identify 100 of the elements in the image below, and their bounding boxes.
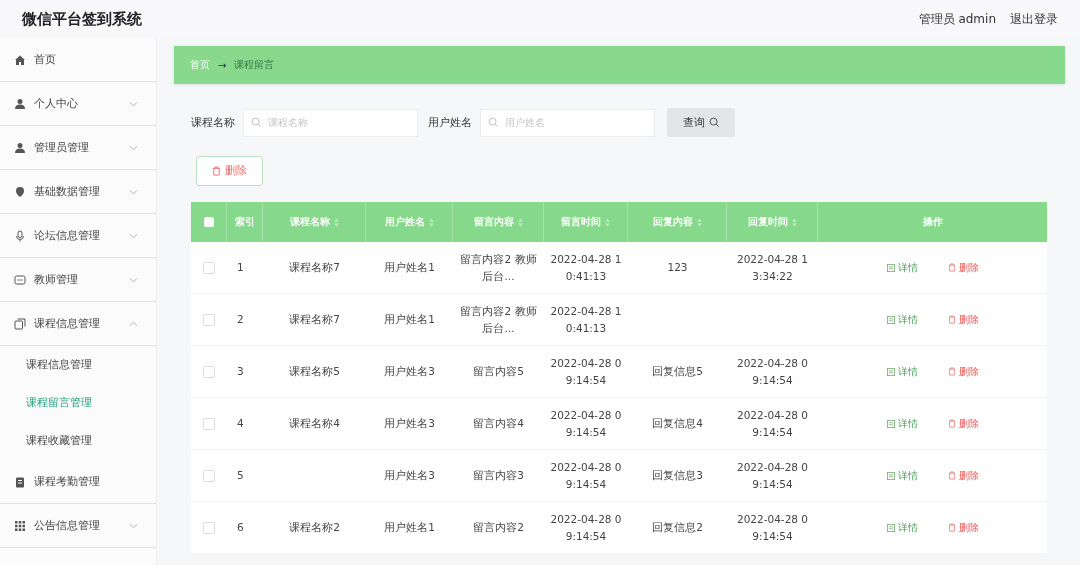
table-cell-text: 4: [237, 416, 244, 431]
table-cell-text: 2022-04-28 10:41:13: [549, 303, 623, 336]
breadcrumb-separator: →: [218, 59, 227, 71]
detail-link[interactable]: 详情: [886, 259, 918, 276]
column-header: 课程名称: [289, 215, 330, 229]
delete-link[interactable]: 删除: [947, 311, 979, 328]
table-cell-text: 留言内容3: [473, 468, 524, 483]
select-all-checkbox[interactable]: [203, 217, 214, 227]
column-header: 回复时间: [747, 215, 788, 229]
table-cell-text: 1: [237, 260, 244, 275]
row-checkbox[interactable]: [203, 469, 215, 482]
table-cell-text: 2022-04-28 09:14:54: [735, 459, 809, 492]
table-cell-text: 用户姓名3: [384, 364, 435, 379]
detail-link[interactable]: 详情: [886, 415, 918, 432]
table-cell-text: 5: [237, 468, 244, 483]
row-checkbox[interactable]: [203, 313, 215, 326]
menu-label: 课程信息管理: [34, 316, 101, 331]
menu-item[interactable]: 教师管理: [0, 258, 156, 302]
query-button[interactable]: 查询: [667, 108, 735, 137]
table-cell-text: 2022-04-28 13:34:22: [735, 251, 809, 284]
column-header: 留言时间: [561, 215, 601, 229]
table-cell-text: 用户姓名1: [384, 520, 435, 535]
menu-item[interactable]: 个人中心: [0, 82, 156, 126]
app-title: 微信平台签到系统: [22, 9, 142, 29]
menu-item[interactable]: 论坛信息管理: [0, 214, 156, 258]
row-checkbox[interactable]: [203, 261, 215, 274]
search-icon: [708, 117, 720, 128]
table-cell-text: 3: [237, 364, 244, 379]
menu-item[interactable]: 基础数据管理: [0, 170, 156, 214]
sort-icon[interactable]: [791, 217, 797, 227]
menu-item[interactable]: 课程考勤管理: [0, 460, 156, 504]
delete-link[interactable]: 删除: [947, 467, 979, 484]
search-icon: [488, 116, 499, 128]
submenu-item[interactable]: 课程留言管理: [0, 384, 156, 422]
microphone-icon: [14, 229, 26, 242]
menu-label: 教师管理: [34, 272, 79, 287]
row-checkbox[interactable]: [203, 417, 215, 430]
table-cell-text: 2022-04-28 09:14:54: [549, 355, 623, 388]
delete-button[interactable]: 删除: [196, 156, 263, 186]
menu-item[interactable]: 首页: [0, 38, 156, 82]
column-header: 操作: [922, 215, 943, 229]
sort-icon[interactable]: [333, 217, 339, 227]
menu-label: 论坛信息管理: [34, 228, 101, 243]
delete-link[interactable]: 删除: [947, 415, 979, 432]
table-cell-text: 留言内容5: [473, 364, 524, 379]
submenu-item[interactable]: 课程信息管理: [0, 346, 156, 384]
search-icon: [251, 116, 262, 128]
menu-item[interactable]: 课程信息管理: [0, 302, 156, 346]
table-cell-text: 留言内容2: [473, 520, 524, 535]
clipboard-icon: [14, 475, 26, 488]
admin-user: 管理员 admin: [918, 10, 996, 28]
sort-icon[interactable]: [696, 217, 702, 227]
logout-link[interactable]: 退出登录: [1010, 10, 1058, 28]
menu-item[interactable]: 公告信息管理: [0, 504, 156, 548]
table-cell-text: 2022-04-28 09:14:54: [549, 511, 623, 544]
table-cell-text: 留言内容2 教师后台...: [459, 303, 538, 336]
trash-icon: [947, 367, 956, 376]
sort-icon[interactable]: [428, 217, 434, 227]
table-cell-text: 课程名称4: [289, 416, 340, 431]
trash-icon: [947, 523, 956, 532]
menu-label: 首页: [34, 52, 57, 67]
row-checkbox[interactable]: [203, 521, 215, 534]
delete-link[interactable]: 删除: [947, 519, 979, 536]
document-icon: [886, 419, 895, 428]
menu-item[interactable]: 管理员管理: [0, 126, 156, 170]
document-icon: [886, 263, 895, 272]
copy-icon: [14, 317, 26, 330]
table-cell-text: 回复信息5: [652, 364, 703, 379]
menu-label: 课程考勤管理: [34, 474, 101, 489]
menu-label: 公告信息管理: [34, 518, 101, 533]
trash-icon: [947, 263, 956, 272]
column-header: 索引: [234, 215, 255, 229]
delete-link[interactable]: 删除: [947, 363, 979, 380]
chat-icon: [14, 273, 26, 286]
detail-link[interactable]: 详情: [886, 467, 918, 484]
column-header: 留言内容: [473, 215, 514, 229]
table-cell-text: 课程名称7: [289, 260, 340, 275]
trash-icon: [947, 471, 956, 480]
trash-icon: [947, 419, 956, 428]
document-icon: [886, 315, 895, 324]
table-cell-text: 课程名称5: [289, 364, 340, 379]
delete-link[interactable]: 删除: [947, 259, 979, 276]
table-cell-text: 6: [237, 520, 244, 535]
row-checkbox[interactable]: [203, 365, 215, 378]
table-cell-text: 回复信息2: [652, 520, 703, 535]
document-icon: [886, 471, 895, 480]
detail-link[interactable]: 详情: [886, 363, 918, 380]
sort-icon[interactable]: [517, 217, 523, 227]
table-cell-text: 用户姓名3: [384, 468, 435, 483]
table-cell-text: 2022-04-28 10:41:13: [549, 251, 623, 284]
table-cell-text: 用户姓名3: [384, 416, 435, 431]
sort-icon[interactable]: [605, 217, 610, 227]
detail-link[interactable]: 详情: [886, 311, 918, 328]
field-label: 课程名称: [191, 115, 235, 130]
table-cell-text: 用户姓名1: [384, 312, 435, 327]
submenu-item[interactable]: 课程收藏管理: [0, 422, 156, 460]
home-icon: [14, 53, 26, 66]
detail-link[interactable]: 详情: [886, 519, 918, 536]
table-cell-text: 留言内容2 教师后台...: [459, 251, 538, 284]
table-cell-text: 2022-04-28 09:14:54: [549, 459, 623, 492]
